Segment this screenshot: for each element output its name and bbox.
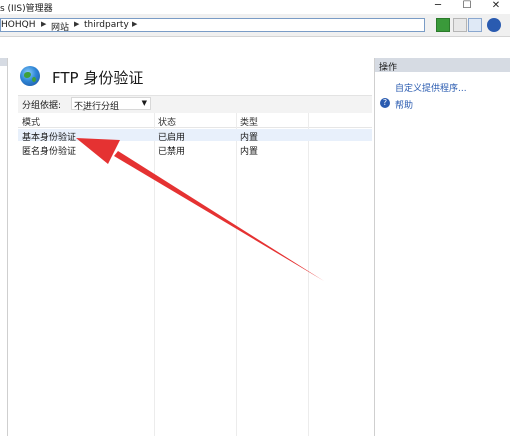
minimize-button[interactable]: ─: [423, 0, 453, 14]
actions-title: 操作: [379, 63, 398, 73]
cell-status: 已启用: [158, 133, 186, 143]
address-bar: HOHQH ▶ 网站 ▶ thirdparty ▶: [0, 14, 510, 37]
connections-pane: [0, 58, 8, 436]
actions-pane: 操作 自定义提供程序... ? 帮助: [374, 58, 510, 436]
custom-provider-link[interactable]: 自定义提供程序...: [395, 81, 467, 94]
cell-mode: 匿名身份验证: [22, 147, 77, 157]
cell-type: 内置: [240, 147, 259, 157]
cell-type: 内置: [240, 133, 259, 143]
chevron-down-icon[interactable]: ▼: [142, 99, 147, 107]
window-titlebar: s (IIS)管理器 ─ ☐ ✕: [0, 0, 510, 14]
cell-status: 已禁用: [158, 147, 186, 157]
group-by-value: 不进行分组: [74, 102, 120, 112]
group-by-label: 分组依据:: [22, 101, 62, 111]
breadcrumb-site-thirdparty[interactable]: thirdparty: [84, 20, 129, 30]
column-header-mode[interactable]: 模式: [22, 115, 40, 128]
column-divider: [308, 113, 309, 436]
refresh-icon[interactable]: [436, 18, 450, 32]
help-link[interactable]: 帮助: [395, 98, 413, 111]
connections-pane-header: [0, 58, 7, 66]
stop-icon[interactable]: [453, 18, 467, 32]
maximize-button[interactable]: ☐: [452, 0, 482, 14]
table-row[interactable]: 基本身份验证 已启用 内置: [18, 129, 372, 143]
breadcrumb-sites[interactable]: 网站: [51, 20, 69, 33]
close-button[interactable]: ✕: [481, 0, 510, 14]
column-divider: [236, 113, 237, 436]
sort-caret-icon: ˄: [82, 109, 86, 117]
breadcrumb-server[interactable]: HOHQH: [1, 20, 35, 30]
chevron-right-icon[interactable]: ▶: [41, 20, 46, 28]
window-title: s (IIS)管理器: [0, 4, 53, 14]
group-by-bar: 分组依据: 不进行分组 ▼: [18, 95, 372, 114]
help-icon[interactable]: [487, 18, 501, 32]
chevron-right-icon[interactable]: ▶: [132, 20, 137, 28]
chevron-right-icon[interactable]: ▶: [74, 20, 79, 28]
actions-pane-header: 操作: [375, 58, 510, 73]
grid-header: ˄ 模式 状态 类型: [18, 109, 372, 128]
cell-mode: 基本身份验证: [22, 133, 77, 143]
feature-view: FTP 身份验证 分组依据: 不进行分组 ▼ ˄ 模式 状态 类型 基本身份验证…: [8, 58, 372, 436]
page-title: FTP 身份验证: [52, 69, 144, 87]
breadcrumb[interactable]: HOHQH ▶ 网站 ▶ thirdparty ▶: [0, 18, 425, 33]
column-header-type[interactable]: 类型: [240, 115, 258, 128]
column-divider: [154, 113, 155, 436]
table-row[interactable]: 匿名身份验证 已禁用 内置: [18, 143, 372, 157]
authentication-grid: ˄ 模式 状态 类型 基本身份验证 已启用 内置 匿名身份验证 已禁用 内置: [18, 109, 372, 436]
home-icon[interactable]: [468, 18, 482, 32]
globe-icon: [20, 66, 40, 86]
column-header-status[interactable]: 状态: [158, 115, 176, 128]
help-icon[interactable]: ?: [380, 98, 390, 108]
